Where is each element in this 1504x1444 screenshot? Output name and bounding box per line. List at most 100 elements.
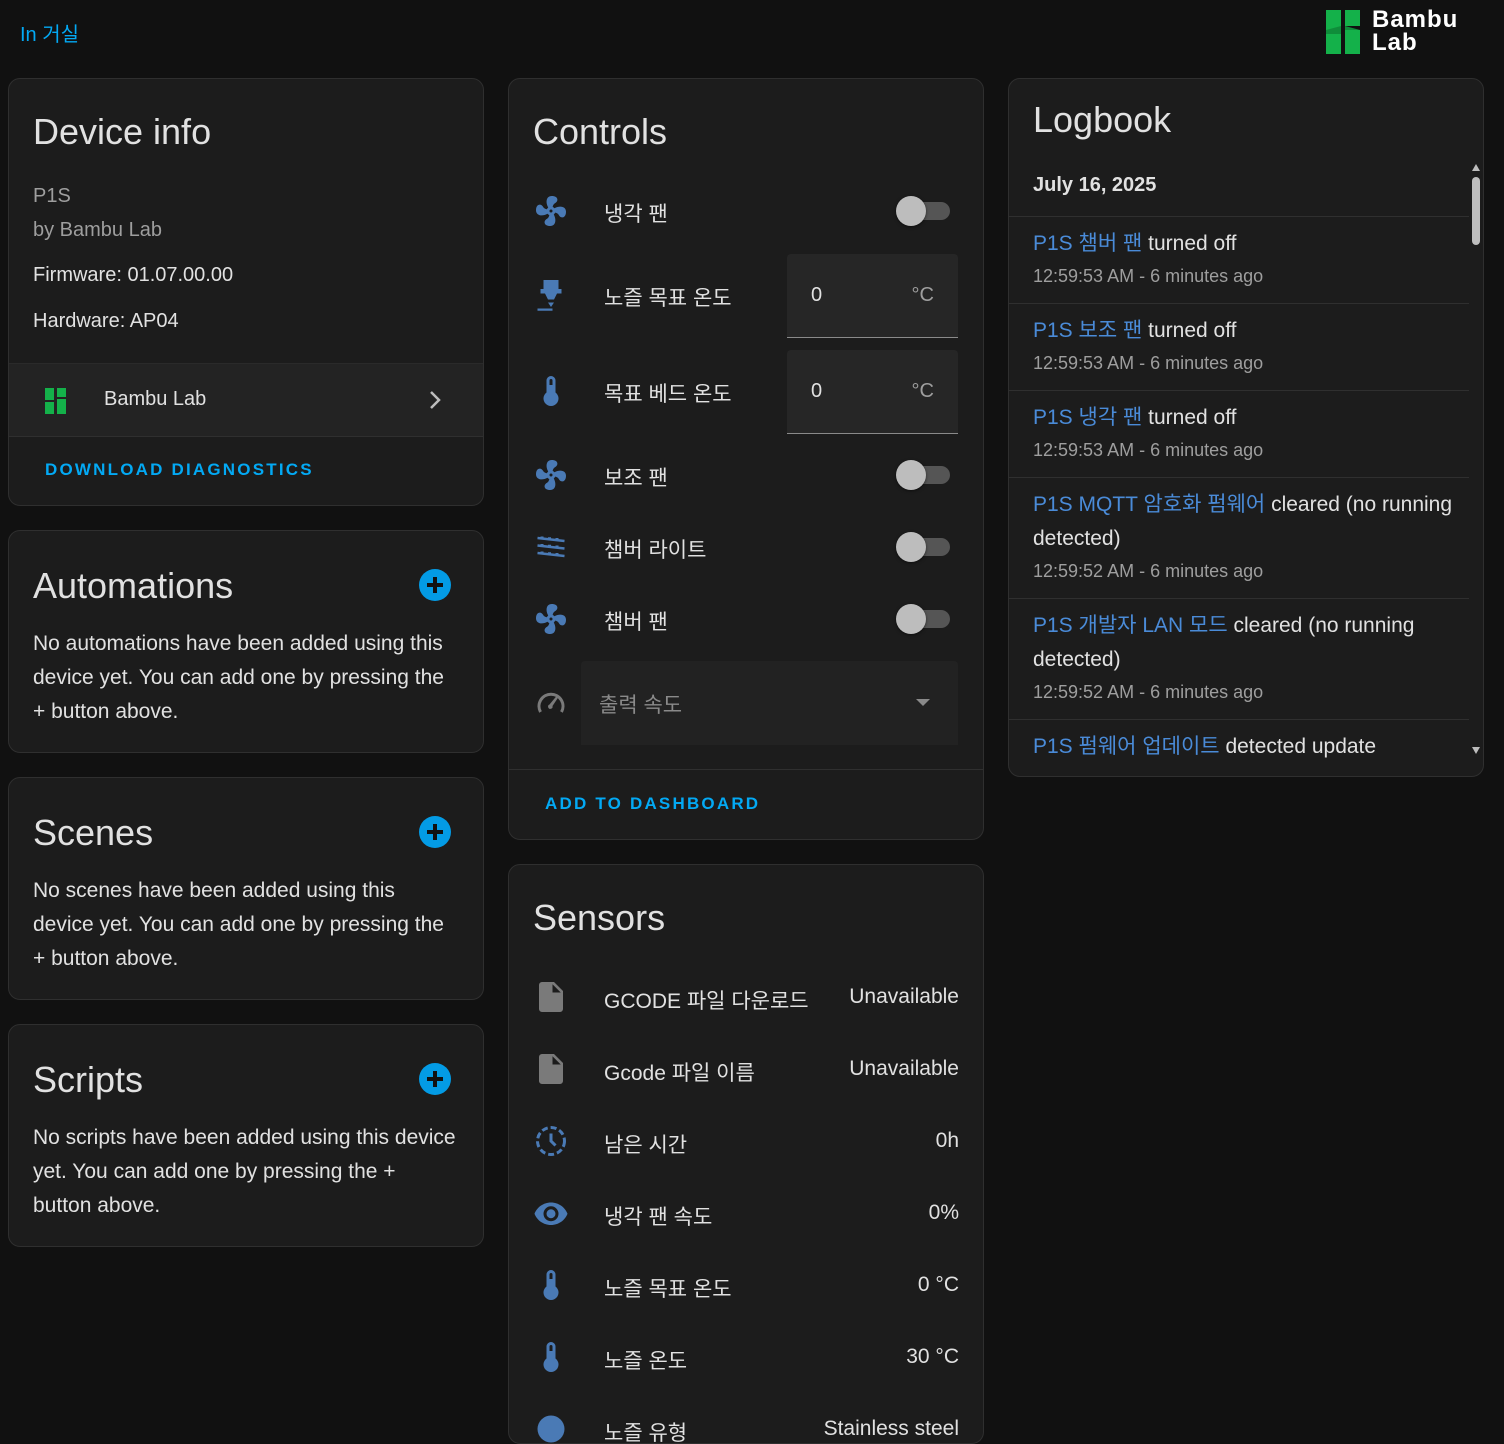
- log-message-text: detected update: [1219, 735, 1377, 758]
- log-time: 12:59:53 AM - 6 minutes ago: [1033, 440, 1264, 460]
- control-label: 챔버 라이트: [604, 539, 707, 562]
- add-script-button[interactable]: [419, 1063, 451, 1095]
- log-entry[interactable]: P1S 펌웨어 업데이트 detected update: [1009, 719, 1469, 758]
- log-message-text: turned off: [1142, 232, 1237, 255]
- log-time: 12:59:53 AM - 6 minutes ago: [1033, 353, 1264, 373]
- sensor-value[interactable]: Stainless steel: [824, 1417, 959, 1441]
- device-info-card: Device info P1S by Bambu Lab Firmware: 0…: [8, 78, 484, 506]
- device-manufacturer: by Bambu Lab: [33, 219, 162, 241]
- log-entry[interactable]: P1S MQTT 암호화 펌웨어 cleared (no running det…: [1009, 477, 1469, 599]
- bed-target-temp-input[interactable]: 0 °C: [787, 350, 958, 434]
- fan-icon: [536, 196, 566, 226]
- automations-card: Automations No automations have been add…: [8, 530, 484, 753]
- sensor-value[interactable]: 30 °C: [906, 1345, 959, 1369]
- top-bar: In 거실 Bambu Lab: [0, 0, 1504, 64]
- scenes-title: Scenes: [33, 812, 154, 853]
- sensor-value[interactable]: Unavailable: [849, 1057, 959, 1081]
- device-model: P1S: [33, 185, 71, 207]
- log-entity-link[interactable]: P1S 펌웨어 업데이트: [1033, 735, 1220, 758]
- sensor-label: 노즐 유형: [604, 1422, 688, 1444]
- add-scene-button[interactable]: [419, 816, 451, 848]
- sensor-label: 노즐 온도: [604, 1350, 688, 1373]
- print-speed-select[interactable]: 출력 속도: [581, 661, 958, 745]
- log-time: 12:59:53 AM - 6 minutes ago: [1033, 266, 1264, 286]
- log-message: P1S MQTT 암호화 펌웨어 cleared (no running det…: [1033, 488, 1453, 556]
- log-message-text: turned off: [1142, 406, 1237, 429]
- logo-text: Bambu Lab: [1372, 6, 1459, 56]
- log-entry[interactable]: P1S 챔버 팬 turned off 12:59:53 AM - 6 minu…: [1009, 216, 1469, 304]
- sensor-value[interactable]: 0h: [936, 1129, 959, 1153]
- log-entity-link[interactable]: P1S MQTT 암호화 펌웨어: [1033, 493, 1265, 516]
- aux-fan-toggle[interactable]: [896, 460, 952, 490]
- logbook-date: July 16, 2025: [1033, 174, 1157, 196]
- log-message: P1S 냉각 팬 turned off: [1033, 401, 1453, 435]
- select-label: 출력 속도: [599, 694, 683, 717]
- log-message: P1S 보조 팬 turned off: [1033, 314, 1453, 348]
- chamber-light-toggle[interactable]: [896, 532, 952, 562]
- dropdown-arrow-icon: [916, 699, 930, 706]
- log-entity-link[interactable]: P1S 냉각 팬: [1033, 406, 1142, 429]
- hardware-version: Hardware: AP04: [33, 310, 179, 332]
- log-entity-link[interactable]: P1S 보조 팬: [1033, 319, 1142, 342]
- control-label: 냉각 팬: [604, 203, 668, 226]
- log-entry[interactable]: P1S 보조 팬 turned off 12:59:53 AM - 6 minu…: [1009, 303, 1469, 391]
- scenes-empty-text: No scenes have been added using this dev…: [33, 879, 444, 970]
- cooling-fan-toggle[interactable]: [896, 196, 952, 226]
- add-to-dashboard-button[interactable]: ADD TO DASHBOARD: [545, 794, 760, 814]
- sensor-label: 남은 시간: [604, 1134, 688, 1157]
- scenes-card: Scenes No scenes have been added using t…: [8, 777, 484, 1000]
- integration-link[interactable]: Bambu Lab: [9, 363, 483, 437]
- input-value: 0: [811, 284, 823, 306]
- log-time: 12:59:52 AM - 6 minutes ago: [1033, 561, 1264, 581]
- scroll-up-arrow-icon: [1472, 164, 1480, 171]
- control-label: 노즐 목표 온도: [604, 287, 732, 310]
- file-icon: [539, 1054, 563, 1084]
- add-automation-button[interactable]: [419, 569, 451, 601]
- file-icon: [539, 982, 563, 1012]
- automations-empty-text: No automations have been added using thi…: [33, 632, 444, 723]
- log-message: P1S 챔버 팬 turned off: [1033, 227, 1453, 261]
- nozzle-icon: [537, 280, 562, 311]
- logbook-title: Logbook: [1033, 99, 1172, 140]
- sensor-label: 냉각 팬 속도: [604, 1206, 713, 1229]
- bambu-integration-icon: [45, 388, 66, 414]
- thermometer-icon: [543, 1270, 559, 1300]
- log-message: P1S 개발자 LAN 모드 cleared (no running detec…: [1033, 609, 1453, 677]
- input-unit: °C: [911, 380, 934, 402]
- fan-icon: [536, 460, 566, 490]
- chamber-fan-toggle[interactable]: [896, 604, 952, 634]
- bambu-logo-icon: [1326, 10, 1360, 54]
- control-label: 보조 팬: [604, 467, 668, 490]
- sensor-value[interactable]: 0%: [929, 1201, 959, 1225]
- scripts-empty-text: No scripts have been added using this de…: [33, 1126, 456, 1217]
- scroll-thumb: [1472, 177, 1480, 245]
- download-diagnostics-button[interactable]: DOWNLOAD DIAGNOSTICS: [45, 460, 314, 480]
- scripts-card: Scripts No scripts have been added using…: [8, 1024, 484, 1247]
- speedometer-icon: [537, 692, 565, 713]
- control-label: 챔버 팬: [604, 611, 668, 634]
- input-unit: °C: [911, 284, 934, 306]
- sensor-value[interactable]: 0 °C: [918, 1273, 959, 1297]
- chevron-right-icon: [430, 391, 441, 409]
- log-entity-link[interactable]: P1S 챔버 팬: [1033, 232, 1142, 255]
- scroll-down-arrow-icon: [1472, 747, 1480, 754]
- sensor-label: GCODE 파일 다운로드: [604, 990, 809, 1013]
- area-link[interactable]: In 거실: [20, 18, 79, 47]
- sensors-card: Sensors GCODE 파일 다운로드 Unavailable Gcode …: [508, 864, 984, 1444]
- controls-title: Controls: [533, 111, 668, 152]
- logbook-list[interactable]: P1S 챔버 팬 turned off 12:59:53 AM - 6 minu…: [1009, 216, 1469, 758]
- led-strip-icon: [537, 536, 565, 558]
- log-entry[interactable]: P1S 개발자 LAN 모드 cleared (no running detec…: [1009, 598, 1469, 720]
- log-entity-link[interactable]: P1S 개발자 LAN 모드: [1033, 614, 1228, 637]
- logbook-scrollbar[interactable]: [1469, 159, 1483, 759]
- sensor-label: Gcode 파일 이름: [604, 1062, 755, 1085]
- eye-icon: [534, 1202, 568, 1225]
- log-message: P1S 펌웨어 업데이트 detected update: [1033, 730, 1453, 758]
- automations-title: Automations: [33, 565, 234, 606]
- nozzle-target-temp-input[interactable]: 0 °C: [787, 254, 958, 338]
- sensor-value[interactable]: Unavailable: [849, 985, 959, 1009]
- thermometer-icon: [543, 1342, 559, 1372]
- nozzle-type-icon: [537, 1415, 565, 1443]
- log-entry[interactable]: P1S 냉각 팬 turned off 12:59:53 AM - 6 minu…: [1009, 390, 1469, 478]
- logbook-card: Logbook July 16, 2025 P1S 챔버 팬 turned of…: [1008, 78, 1484, 777]
